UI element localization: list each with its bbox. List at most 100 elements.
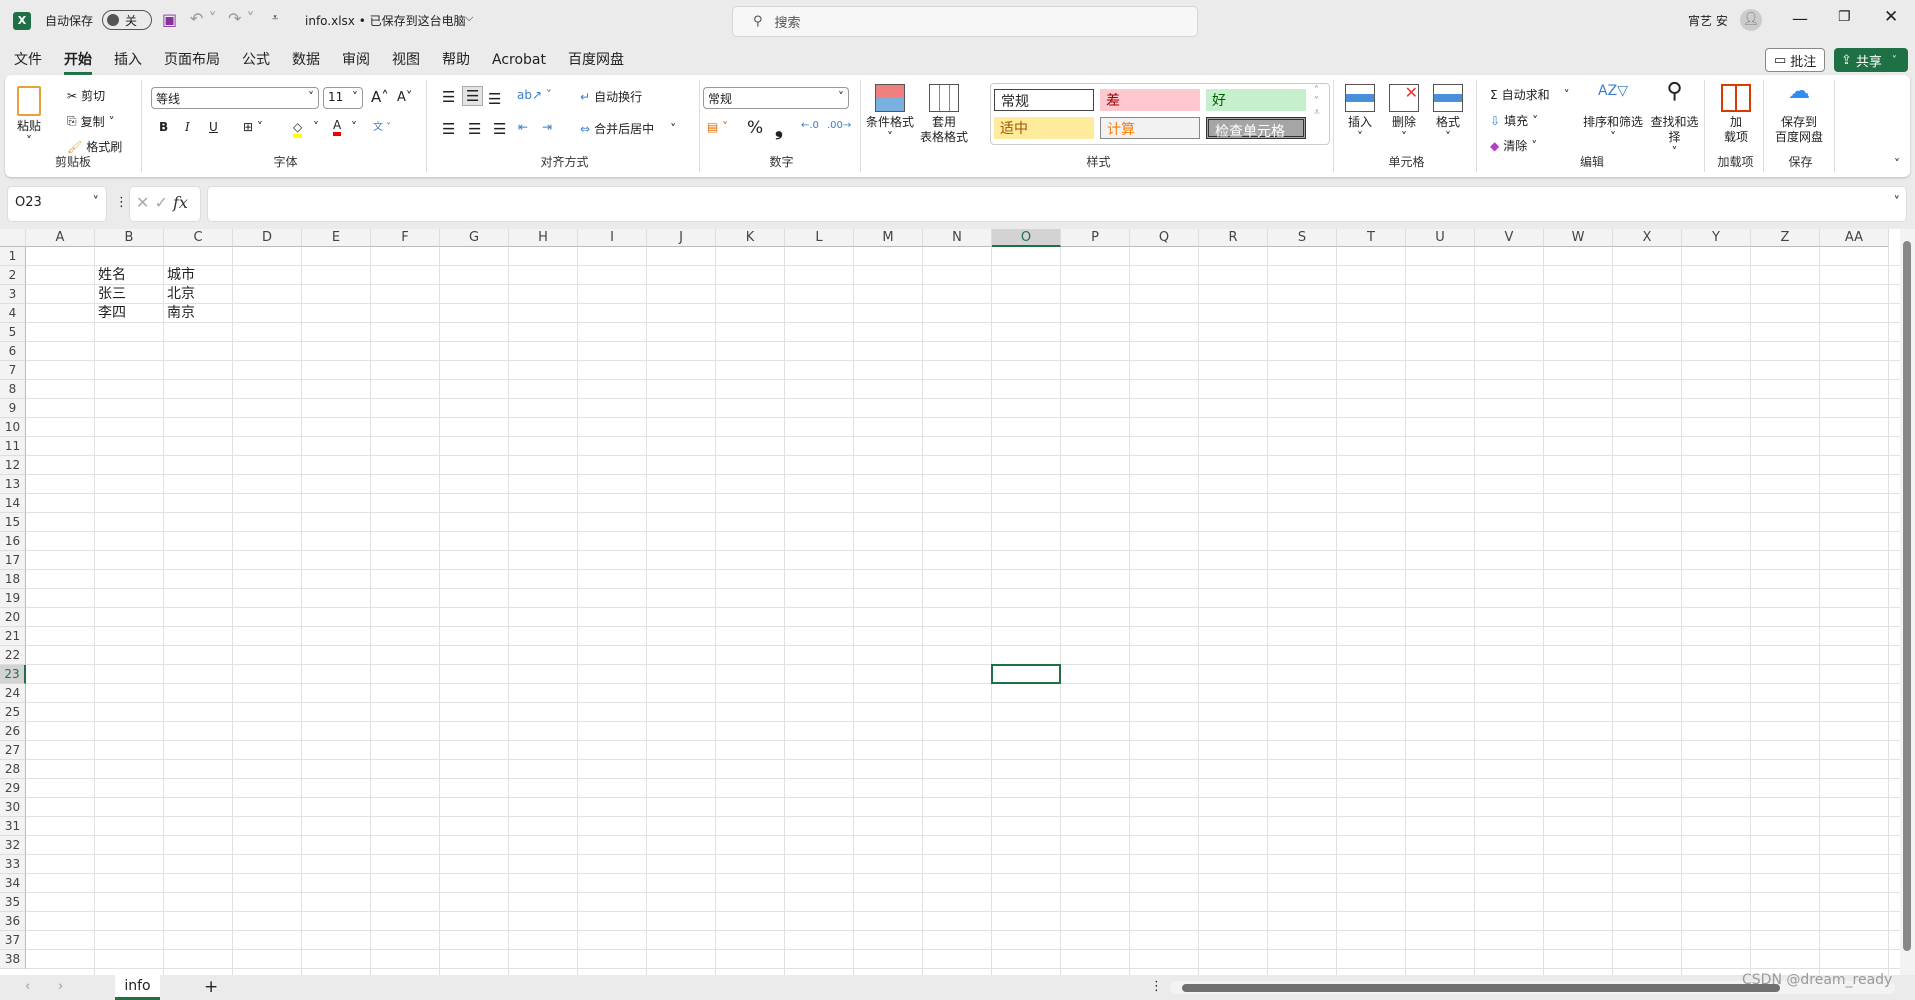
row-header[interactable]: 5 xyxy=(0,323,26,342)
wrap-text-button[interactable]: ↵自动换行 xyxy=(580,88,642,105)
paste-button[interactable]: 粘贴˅ xyxy=(17,86,41,149)
font-name-select[interactable]: 等线˅ xyxy=(151,87,319,109)
style-calculation[interactable]: 计算 xyxy=(1100,117,1200,139)
tab-review[interactable]: 审阅 xyxy=(331,48,381,72)
grow-font-icon[interactable]: A˄ xyxy=(371,88,389,106)
tab-page-layout[interactable]: 页面布局 xyxy=(153,48,231,72)
column-header-G[interactable]: G xyxy=(440,229,509,247)
row-header[interactable]: 20 xyxy=(0,608,26,627)
more-icon[interactable]: ⋮ xyxy=(1150,979,1163,994)
column-header-C[interactable]: C xyxy=(164,229,233,247)
font-size-select[interactable]: 11˅ xyxy=(323,87,363,109)
tab-view[interactable]: 视图 xyxy=(381,48,431,72)
underline-button[interactable]: U xyxy=(209,120,218,134)
next-sheet-icon[interactable]: › xyxy=(58,979,63,994)
row-header[interactable]: 19 xyxy=(0,589,26,608)
row-header[interactable]: 14 xyxy=(0,494,26,513)
autosum-button[interactable]: Σ自动求和˅ xyxy=(1490,86,1570,103)
column-header-E[interactable]: E xyxy=(302,229,371,247)
minimize-icon[interactable]: — xyxy=(1792,9,1808,28)
restore-icon[interactable]: ❐ xyxy=(1838,9,1851,25)
bold-button[interactable]: B xyxy=(159,120,168,134)
borders-icon[interactable]: ⊞ ˅ xyxy=(243,120,263,134)
close-icon[interactable]: ✕ xyxy=(1884,7,1898,27)
row-header[interactable]: 12 xyxy=(0,456,26,475)
column-header-H[interactable]: H xyxy=(509,229,578,247)
style-good[interactable]: 好 xyxy=(1206,89,1306,111)
row-header[interactable]: 11 xyxy=(0,437,26,456)
name-box[interactable]: O23˅ xyxy=(7,186,107,222)
spreadsheet-grid[interactable]: ABCDEFGHIJKLMNOPQRSTUVWXYZAA123456789101… xyxy=(0,229,1900,975)
row-header[interactable]: 27 xyxy=(0,741,26,760)
addins-button[interactable]: 加载项 xyxy=(1721,84,1751,145)
row-header[interactable]: 33 xyxy=(0,855,26,874)
redo-icon[interactable]: ↷ ˅ xyxy=(228,9,255,28)
decrease-decimal-icon[interactable]: .00→ xyxy=(827,120,851,131)
row-header[interactable]: 38 xyxy=(0,950,26,969)
undo-icon[interactable]: ↶ ˅ xyxy=(190,9,217,28)
cancel-icon[interactable]: ✕ xyxy=(136,193,149,212)
row-header[interactable]: 36 xyxy=(0,912,26,931)
column-header-V[interactable]: V xyxy=(1475,229,1544,247)
align-right-icon[interactable]: ☰ xyxy=(493,120,506,138)
find-select-button[interactable]: ⚲查找和选择˅ xyxy=(1645,84,1704,160)
align-center-icon[interactable]: ☰ xyxy=(468,120,481,138)
italic-button[interactable]: I xyxy=(185,120,190,134)
column-header-P[interactable]: P xyxy=(1061,229,1130,247)
row-header[interactable]: 37 xyxy=(0,931,26,950)
align-middle-icon[interactable]: ☰ xyxy=(462,86,483,106)
align-left-icon[interactable]: ☰ xyxy=(442,120,455,138)
row-header[interactable]: 2 xyxy=(0,266,26,285)
chevron-down-icon[interactable]: ⌵ xyxy=(465,11,473,25)
row-header[interactable]: 6 xyxy=(0,342,26,361)
save-to-baidu-button[interactable]: ☁保存到百度网盘 xyxy=(1775,84,1823,145)
fill-color-icon[interactable]: ◇ xyxy=(293,120,302,138)
insert-cells-button[interactable]: 插入˅ xyxy=(1345,84,1375,145)
cell[interactable]: 城市 xyxy=(164,266,195,285)
row-header[interactable]: 8 xyxy=(0,380,26,399)
column-header-Z[interactable]: Z xyxy=(1751,229,1820,247)
tab-acrobat[interactable]: Acrobat xyxy=(481,48,557,72)
column-header-S[interactable]: S xyxy=(1268,229,1337,247)
clear-button[interactable]: ◆清除˅ xyxy=(1490,137,1537,154)
column-header-M[interactable]: M xyxy=(854,229,923,247)
check-icon[interactable]: ✓ xyxy=(155,193,168,212)
vertical-scrollbar[interactable] xyxy=(1900,229,1915,975)
fx-button[interactable]: fx xyxy=(173,193,188,212)
tab-help[interactable]: 帮助 xyxy=(431,48,481,72)
sheet-tab-info[interactable]: info xyxy=(115,975,160,1000)
row-header[interactable]: 24 xyxy=(0,684,26,703)
fill-button[interactable]: ⇩填充˅ xyxy=(1490,112,1538,129)
shrink-font-icon[interactable]: A˅ xyxy=(397,90,412,105)
selected-cell[interactable] xyxy=(991,664,1061,684)
column-header-W[interactable]: W xyxy=(1544,229,1613,247)
delete-cells-button[interactable]: ✕删除˅ xyxy=(1389,84,1419,145)
row-header[interactable]: 25 xyxy=(0,703,26,722)
row-header[interactable]: 3 xyxy=(0,285,26,304)
format-as-table-button[interactable]: 套用表格格式 xyxy=(920,84,968,145)
align-bottom-icon[interactable]: ☰ xyxy=(488,90,501,108)
row-header[interactable]: 28 xyxy=(0,760,26,779)
number-format-select[interactable]: 常规˅ xyxy=(703,87,849,109)
comma-button[interactable]: ❟ xyxy=(775,116,783,140)
cell[interactable]: 南京 xyxy=(164,304,195,323)
more-icon[interactable]: ⋮ xyxy=(115,195,128,210)
select-all-corner[interactable] xyxy=(0,229,26,247)
row-header[interactable]: 35 xyxy=(0,893,26,912)
column-header-F[interactable]: F xyxy=(371,229,440,247)
column-header-AA[interactable]: AA xyxy=(1820,229,1889,247)
copy-button[interactable]: ⎘复制˅ xyxy=(67,113,115,130)
column-header-J[interactable]: J xyxy=(647,229,716,247)
style-check-cell[interactable]: 检查单元格 xyxy=(1206,117,1306,139)
file-title[interactable]: info.xlsx • 已保存到这台电脑 xyxy=(305,12,466,29)
currency-icon[interactable]: ▤ ˅ xyxy=(707,120,728,134)
row-header[interactable]: 16 xyxy=(0,532,26,551)
column-header-T[interactable]: T xyxy=(1337,229,1406,247)
column-header-A[interactable]: A xyxy=(26,229,95,247)
row-header[interactable]: 15 xyxy=(0,513,26,532)
tab-insert[interactable]: 插入 xyxy=(103,48,153,72)
cell[interactable]: 姓名 xyxy=(95,266,126,285)
column-header-R[interactable]: R xyxy=(1199,229,1268,247)
autosave-toggle[interactable]: 关 xyxy=(102,10,152,30)
comments-button[interactable]: ▭批注 xyxy=(1765,48,1825,72)
